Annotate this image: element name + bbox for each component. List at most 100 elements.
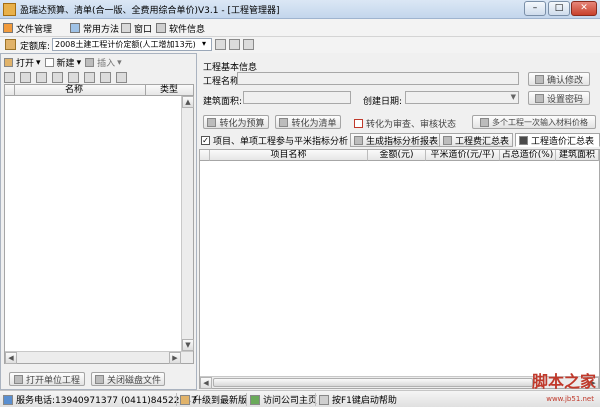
col-project-name[interactable]: 项目名称	[210, 150, 368, 161]
to-review-checkbox[interactable]: 转化为审查、审核状态	[354, 117, 456, 130]
copy-icon[interactable]	[4, 72, 15, 83]
cost-icon	[519, 135, 528, 145]
col-amount[interactable]: 金额(元)	[368, 150, 426, 161]
tab-fee-summary[interactable]: 工程费汇总表	[439, 133, 514, 147]
to-list-button[interactable]: 转化为清单	[275, 115, 341, 129]
password-icon	[534, 93, 544, 103]
properties-icon[interactable]	[116, 72, 127, 83]
checkmark-icon[interactable]: ✓	[201, 136, 210, 145]
site-watermark-url: www.jb51.net	[546, 395, 594, 403]
tree-scrollbar-h[interactable]: ◀ ▶	[5, 351, 193, 364]
minimize-button[interactable]: –	[524, 1, 546, 16]
menu-methods-label: 常用方法	[83, 24, 120, 35]
tree-icon[interactable]	[84, 72, 95, 83]
confirm-edit-button[interactable]: 确认修改	[528, 72, 590, 86]
open-unit-label: 打开单位工程	[25, 375, 80, 386]
close-disk-icon	[94, 374, 104, 384]
grid-row-indicator	[200, 150, 210, 161]
save-icon[interactable]	[215, 39, 226, 50]
project-name-field[interactable]	[237, 72, 519, 85]
list-icon	[279, 117, 289, 127]
create-date-field[interactable]: ▼	[405, 91, 519, 104]
insert-button[interactable]: 插入	[97, 56, 115, 69]
tab-cost-label: 工程造价汇总表	[531, 136, 595, 147]
tree-scrollbar-v[interactable]: ▲ ▼	[181, 96, 194, 351]
grid-scroll-thumb[interactable]	[213, 378, 533, 387]
window-menu-icon	[121, 23, 131, 33]
chevron-down-icon[interactable]: ▾	[202, 39, 206, 48]
menu-about[interactable]: 软件信息	[156, 21, 205, 35]
project-tree-list[interactable]: ▲ ▼ ◀ ▶	[4, 96, 194, 364]
left-toolbar-row2	[4, 70, 127, 85]
insert-chevron-icon[interactable]: ▾	[117, 58, 122, 68]
status-separator	[315, 393, 316, 406]
fee-icon	[443, 135, 452, 145]
scroll-right-icon[interactable]: ▶	[169, 352, 181, 364]
upgrade-label: 升级到最新版	[193, 396, 248, 406]
paste-icon[interactable]	[36, 72, 47, 83]
tree-header: 名称 类型	[4, 84, 194, 96]
title-bar: 盈瑞达预算、清单(合一版、全费用综合单价)V3.1 - [工程管理器] – □ …	[0, 0, 600, 19]
tab-cost-summary[interactable]: 工程造价汇总表	[515, 133, 600, 147]
open-unit-button[interactable]: 打开单位工程	[9, 372, 85, 386]
date-label: 创建日期:	[363, 97, 403, 107]
review-checkbox-box[interactable]	[354, 119, 363, 128]
scroll-down-icon[interactable]: ▼	[182, 339, 194, 351]
help-link[interactable]: 按F1键启动帮助	[319, 393, 397, 406]
unit-analysis-checkbox[interactable]: ✓ 项目、单项工程参与平米指标分析	[201, 134, 348, 147]
export-icon[interactable]	[243, 39, 254, 50]
cut-icon[interactable]	[20, 72, 31, 83]
batch-price-icon	[480, 117, 489, 127]
tab-fee-label: 工程费汇总表	[455, 136, 510, 147]
scroll-up-icon[interactable]: ▲	[182, 96, 194, 108]
batch-price-button[interactable]: 多个工程一次输入材料价格	[472, 115, 596, 129]
to-list-label: 转化为清单	[291, 118, 337, 129]
col-percent[interactable]: 占总造价(%)	[500, 150, 556, 161]
new-button[interactable]: 新建	[57, 56, 75, 69]
tab-indicator-report[interactable]: 生成指标分析报表	[350, 133, 443, 147]
col-area[interactable]: 建筑面积	[556, 150, 599, 161]
col-unit-cost[interactable]: 平米造价(元/平)	[426, 150, 500, 161]
insert-icon	[85, 58, 95, 67]
confirm-label: 确认修改	[546, 75, 583, 86]
site-watermark-logo: 脚本之家	[531, 372, 596, 391]
close-disk-button[interactable]: 关闭磁盘文件	[91, 372, 165, 386]
grid-scroll-left-icon[interactable]: ◀	[200, 377, 212, 389]
menu-methods[interactable]: 常用方法	[70, 21, 119, 35]
close-button[interactable]: ✕	[571, 1, 597, 16]
budget-icon	[207, 117, 217, 127]
unit-analysis-label: 项目、单项工程参与平米指标分析	[213, 137, 349, 147]
to-budget-button[interactable]: 转化为预算	[203, 115, 269, 129]
delete-node-icon[interactable]	[52, 72, 63, 83]
upgrade-link[interactable]: 升级到最新版	[180, 393, 247, 406]
project-info-pane: 工程基本信息 工程名称: 确认修改 建筑面积: 创建日期: ▼ 设置密码 转化为…	[199, 53, 600, 390]
upgrade-icon	[180, 394, 190, 405]
open-unit-icon	[13, 374, 23, 384]
project-tree-pane: 打开 ▾ 新建 ▾ 插入 ▾ 名称 类型 ▲ ▼ ◀ ▶ 打开单位工程 关闭磁盘…	[0, 53, 197, 390]
to-budget-label: 转化为预算	[219, 118, 265, 129]
homepage-link[interactable]: 访问公司主页	[250, 393, 317, 406]
building-area-field[interactable]	[243, 91, 351, 104]
confirm-icon	[534, 74, 544, 84]
quota-select[interactable]: 2008土建工程计价定额(人工增加13元)	[52, 38, 212, 51]
report-icon	[354, 135, 363, 145]
open-button[interactable]: 打开	[16, 56, 34, 69]
move-icon[interactable]	[100, 72, 111, 83]
menu-window[interactable]: 窗口	[121, 21, 152, 35]
quota-value: 2008土建工程计价定额(人工增加13元)	[55, 40, 196, 49]
menu-about-label: 软件信息	[169, 24, 206, 35]
scroll-left-icon[interactable]: ◀	[5, 352, 17, 364]
new-chevron-icon[interactable]: ▾	[77, 58, 82, 68]
menu-file[interactable]: 文件管理	[3, 21, 52, 35]
tab-indicator-label: 生成指标分析报表	[366, 136, 439, 147]
batch-price-label: 多个工程一次输入材料价格	[492, 117, 588, 127]
maximize-button[interactable]: □	[548, 1, 570, 16]
cost-summary-grid[interactable]: 项目名称 金额(元) 平米造价(元/平) 占总造价(%) 建筑面积 ◀ ▶	[199, 149, 600, 389]
help-icon	[319, 394, 329, 405]
set-password-button[interactable]: 设置密码	[528, 91, 590, 105]
menu-window-label: 窗口	[134, 24, 153, 35]
date-chevron-icon[interactable]: ▼	[511, 93, 516, 101]
open-chevron-icon[interactable]: ▾	[36, 58, 41, 68]
duplicate-icon[interactable]	[68, 72, 79, 83]
delete-icon[interactable]	[229, 39, 240, 50]
